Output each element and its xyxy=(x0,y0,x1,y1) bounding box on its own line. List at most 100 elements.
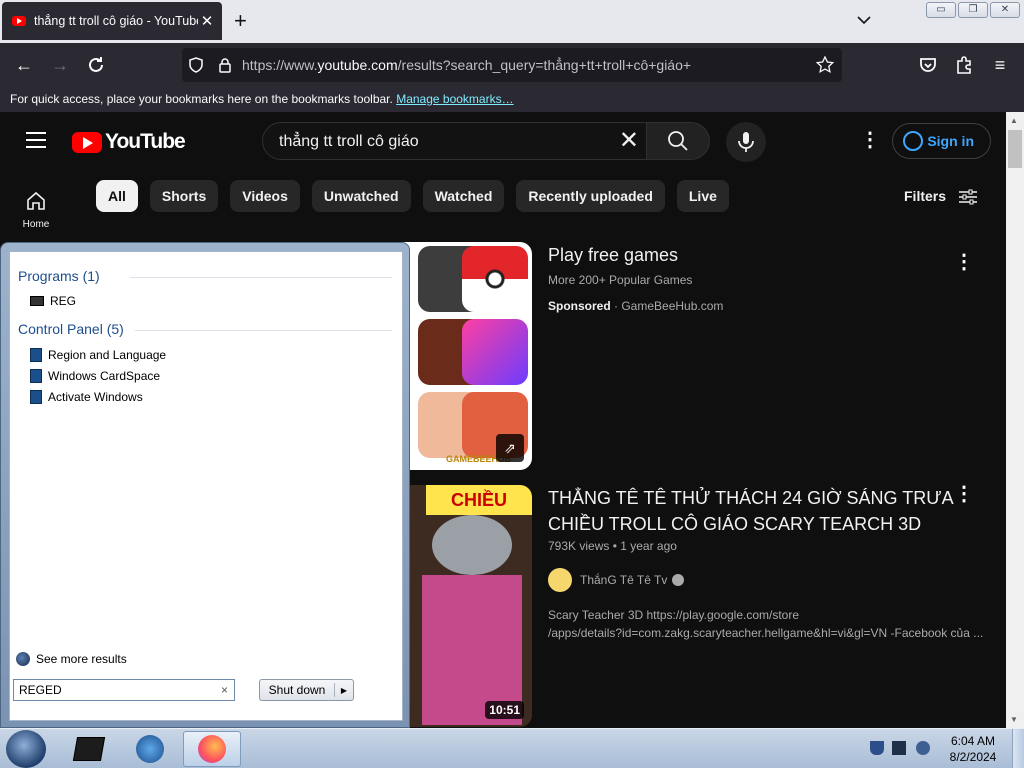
microphone-icon xyxy=(738,132,754,152)
restore-button[interactable]: ❐ xyxy=(958,2,988,18)
video-description-line-2: /apps/details?id=com.zakg.scaryteacher.h… xyxy=(548,626,984,640)
chip-live[interactable]: Live xyxy=(676,180,729,212)
game-icon xyxy=(462,319,528,385)
video-title-line-1[interactable]: THẲNG TÊ TÊ THỬ THÁCH 24 GIỜ SÁNG TRƯA xyxy=(548,485,954,511)
address-bar[interactable]: https://www.youtube.com/results?search_q… xyxy=(182,48,842,82)
see-more-results[interactable]: See more results xyxy=(16,652,127,666)
network-tray-icon[interactable] xyxy=(892,741,906,755)
desktop: thẳng tt troll cô giáo - YouTube ✕ + ▭ ❐… xyxy=(0,0,1024,768)
start-menu-results: Programs (1) REG Control Panel (5) Regio… xyxy=(9,251,403,721)
chip-watched[interactable]: Watched xyxy=(422,180,505,212)
reload-icon[interactable] xyxy=(84,53,108,77)
shield-icon[interactable] xyxy=(188,57,204,73)
chip-recently-uploaded[interactable]: Recently uploaded xyxy=(516,180,665,212)
manage-bookmarks-link[interactable]: Manage bookmarks… xyxy=(396,92,513,106)
forward-arrow-icon[interactable]: → xyxy=(48,53,72,77)
video-meta: 793K views • 1 year ago xyxy=(548,539,677,553)
security-tray-icon[interactable] xyxy=(870,741,884,755)
thumbnail-label: CHIỀU xyxy=(426,485,532,515)
ad-title[interactable]: Play free games xyxy=(548,242,678,268)
scroll-down-arrow[interactable]: ▼ xyxy=(1010,715,1018,724)
external-link-icon[interactable]: ⇗ xyxy=(496,434,524,462)
result-windows-cardspace[interactable]: Windows CardSpace xyxy=(30,369,160,383)
channel-avatar[interactable] xyxy=(548,568,572,592)
window-controls: ▭ ❐ ✕ xyxy=(926,2,1020,18)
start-search-input[interactable]: REGED × xyxy=(13,679,235,701)
filters-button[interactable]: Filters xyxy=(904,188,978,206)
result-activate-windows[interactable]: Activate Windows xyxy=(30,390,143,404)
shutdown-options-arrow-icon[interactable]: ▶ xyxy=(335,686,353,695)
youtube-favicon-icon xyxy=(12,16,26,26)
chip-all[interactable]: All xyxy=(96,180,138,212)
video-more-icon[interactable]: ⋮ xyxy=(954,484,974,504)
start-button[interactable] xyxy=(6,730,46,768)
minimize-button[interactable]: ▭ xyxy=(926,2,956,18)
search-button[interactable] xyxy=(646,122,710,160)
close-window-button[interactable]: ✕ xyxy=(990,2,1020,18)
extensions-icon[interactable] xyxy=(952,53,976,77)
close-tab-icon[interactable]: ✕ xyxy=(198,12,216,30)
result-reg[interactable]: REG xyxy=(30,294,76,308)
show-desktop-button[interactable] xyxy=(1012,729,1024,768)
home-nav-item[interactable]: Home xyxy=(16,190,56,230)
ad-subtitle: More 200+ Popular Games xyxy=(548,273,693,287)
tab-title: thẳng tt troll cô giáo - YouTube xyxy=(34,14,198,28)
media-player-icon xyxy=(136,735,164,763)
taskbar: 6:04 AM 8/2/2024 xyxy=(0,728,1024,768)
chip-videos[interactable]: Videos xyxy=(230,180,300,212)
ad-sponsor-line: Sponsored · GameBeeHub.com xyxy=(548,299,724,313)
volume-tray-icon[interactable] xyxy=(916,741,930,755)
control-panel-header: Control Panel (5) xyxy=(18,321,124,337)
filter-chips: All Shorts Videos Unwatched Watched Rece… xyxy=(96,180,729,212)
voice-search-button[interactable] xyxy=(726,122,766,162)
control-panel-icon xyxy=(30,369,42,383)
hamburger-menu-icon[interactable] xyxy=(26,132,46,148)
new-tab-button[interactable]: + xyxy=(234,8,247,34)
scroll-up-arrow[interactable]: ▲ xyxy=(1010,116,1018,125)
menu-icon[interactable]: ≡ xyxy=(988,53,1012,77)
result-region-and-language[interactable]: Region and Language xyxy=(30,348,166,362)
video-title-line-2[interactable]: CHIỀU TROLL CÔ GIÁO SCARY TEARCH 3D xyxy=(548,511,921,537)
shut-down-button[interactable]: Shut down ▶ xyxy=(259,679,354,701)
scrollbar-thumb[interactable] xyxy=(1008,130,1022,168)
terminal-icon xyxy=(72,737,106,761)
taskbar-app-media-player[interactable] xyxy=(121,731,179,767)
clear-search-icon[interactable]: × xyxy=(221,680,228,700)
bookmark-star-icon[interactable] xyxy=(816,56,834,74)
chevron-down-icon[interactable] xyxy=(856,12,872,28)
home-icon xyxy=(27,191,45,210)
firefox-icon xyxy=(198,735,226,763)
browser-tab-strip: thẳng tt troll cô giáo - YouTube ✕ + ▭ ❐… xyxy=(0,0,1024,43)
verified-icon xyxy=(672,574,685,586)
search-value: thẳng tt troll cô giáo xyxy=(279,133,419,150)
back-arrow-icon[interactable]: ← xyxy=(12,53,36,77)
taskbar-app-terminal[interactable] xyxy=(60,731,118,767)
lock-icon[interactable] xyxy=(218,57,232,73)
account-icon xyxy=(903,131,923,151)
settings-kebab-icon[interactable]: ⋮ xyxy=(860,130,880,150)
video-description-line-1: Scary Teacher 3D https://play.google.com… xyxy=(548,608,800,622)
youtube-play-icon xyxy=(72,131,102,153)
control-panel-icon xyxy=(30,348,42,362)
page-scrollbar[interactable]: ▲ ▼ xyxy=(1006,112,1024,728)
channel-name[interactable]: ThắnG Tê Tê Tv xyxy=(580,573,667,587)
ad-more-icon[interactable]: ⋮ xyxy=(954,252,974,272)
browser-tab[interactable]: thẳng tt troll cô giáo - YouTube ✕ xyxy=(2,2,222,40)
programs-header: Programs (1) xyxy=(18,268,100,284)
channel-row[interactable]: ThắnG Tê Tê Tv xyxy=(548,568,685,592)
chip-shorts[interactable]: Shorts xyxy=(149,180,219,212)
youtube-logo[interactable]: YouTube xyxy=(72,130,186,154)
search-icon xyxy=(668,131,688,151)
chip-unwatched[interactable]: Unwatched xyxy=(311,180,411,212)
bookmarks-hint: For quick access, place your bookmarks h… xyxy=(10,92,393,106)
pocket-icon[interactable] xyxy=(916,53,940,77)
search-input[interactable]: thẳng tt troll cô giáo ✕ xyxy=(262,122,648,160)
sliders-icon xyxy=(958,189,977,205)
thumbnail-figure-head xyxy=(432,515,512,575)
game-icon xyxy=(462,246,528,312)
system-clock[interactable]: 6:04 AM 8/2/2024 xyxy=(944,733,1002,765)
start-menu: Programs (1) REG Control Panel (5) Regio… xyxy=(0,242,410,728)
taskbar-app-firefox[interactable] xyxy=(183,731,241,767)
clear-search-icon[interactable]: ✕ xyxy=(619,129,639,153)
sign-in-button[interactable]: Sign in xyxy=(892,123,991,159)
